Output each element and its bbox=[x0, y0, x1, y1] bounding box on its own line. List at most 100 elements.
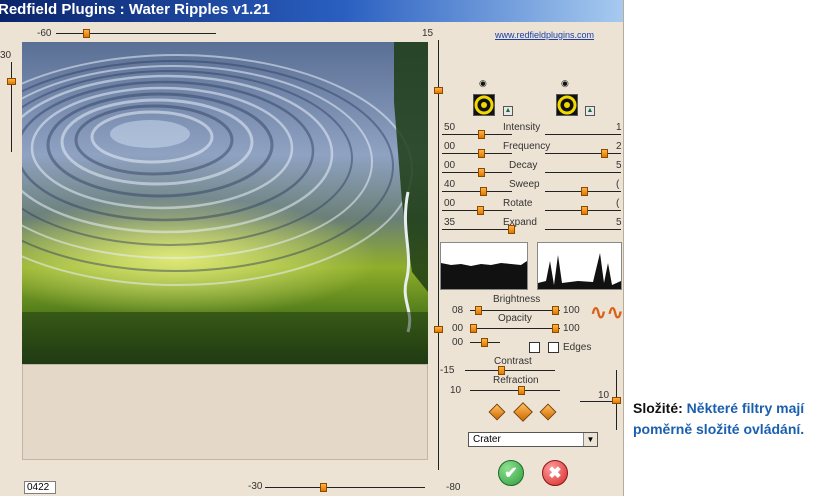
preview-image[interactable] bbox=[22, 42, 428, 364]
caption-bold: Složité: bbox=[633, 400, 683, 416]
profile-graph-right bbox=[537, 242, 622, 290]
param-label: Sweep bbox=[509, 179, 540, 190]
position-field[interactable]: 0422 bbox=[24, 481, 56, 494]
bottom-slider-label: -30 bbox=[248, 481, 263, 492]
ok-button[interactable]: ✔ bbox=[498, 460, 524, 486]
chevron-down-icon[interactable]: ▼ bbox=[583, 433, 597, 446]
param-track-right[interactable] bbox=[545, 172, 621, 173]
param-track-left[interactable] bbox=[442, 153, 512, 154]
param-thumb-left[interactable] bbox=[477, 206, 484, 215]
param-label: Frequency bbox=[503, 141, 551, 152]
left-slider-thumb[interactable] bbox=[7, 78, 16, 85]
preview-empty-area bbox=[22, 364, 428, 460]
website-link[interactable]: www.redfieldplugins.com bbox=[495, 30, 594, 40]
side-value: 10 bbox=[598, 390, 610, 401]
opacity-track[interactable] bbox=[470, 328, 560, 329]
edges-checkbox[interactable] bbox=[548, 342, 559, 353]
ripple-source-1-toggle-icon[interactable]: ▲ bbox=[503, 106, 513, 116]
brightness-thumb-right[interactable] bbox=[552, 306, 559, 315]
top-slider-thumb[interactable] bbox=[83, 29, 90, 38]
param-value: 00 bbox=[444, 198, 456, 209]
top-slider-track[interactable] bbox=[56, 33, 216, 34]
caption: Složité: Některé filtry mají poměrně slo… bbox=[633, 398, 821, 440]
ripple-source-2-icon[interactable] bbox=[556, 94, 578, 116]
opacity-thumb-left[interactable] bbox=[470, 324, 477, 333]
param-track-left[interactable] bbox=[442, 134, 512, 135]
third-row-value: 00 bbox=[452, 337, 464, 348]
nav-right-icon[interactable] bbox=[539, 403, 557, 421]
contrast-track[interactable] bbox=[465, 370, 555, 371]
third-row-thumb[interactable] bbox=[481, 338, 488, 347]
top-slider-min-label: -60 bbox=[37, 28, 52, 39]
nav-left-icon[interactable] bbox=[488, 403, 506, 421]
opacity-max-value: 100 bbox=[563, 323, 580, 334]
window-title: Redfield Plugins : Water Ripples v1.21 bbox=[0, 1, 271, 18]
right-vslider-bottom-label: -80 bbox=[446, 482, 461, 493]
ripple-source-1-icon[interactable] bbox=[473, 94, 495, 116]
left-slider-track[interactable] bbox=[11, 62, 12, 152]
nav-center-icon[interactable] bbox=[513, 402, 533, 422]
eye-icon[interactable]: ◉ bbox=[561, 78, 569, 89]
contrast-value: -15 bbox=[440, 365, 455, 376]
right-vslider-thumb-bottom[interactable] bbox=[434, 326, 443, 333]
wave-logo-icon: ∿∿ bbox=[590, 302, 624, 324]
brightness-label: Brightness bbox=[493, 294, 541, 305]
profile-graph-left bbox=[440, 242, 528, 290]
refraction-track[interactable] bbox=[470, 390, 560, 391]
side-vslider-thumb[interactable] bbox=[612, 397, 621, 404]
param-value: 40 bbox=[444, 179, 456, 190]
preset-select[interactable]: Crater ▼ bbox=[468, 432, 598, 447]
param-thumb-left[interactable] bbox=[480, 187, 487, 196]
bottom-slider-track[interactable] bbox=[265, 487, 425, 488]
param-right-value: 1 bbox=[616, 122, 622, 133]
refraction-thumb[interactable] bbox=[518, 386, 525, 395]
param-value: 00 bbox=[444, 141, 456, 152]
brightness-max-value: 100 bbox=[563, 305, 580, 316]
param-label: Decay bbox=[509, 160, 538, 171]
param-thumb-right[interactable] bbox=[581, 206, 588, 215]
opacity-label: Opacity bbox=[498, 313, 532, 324]
param-thumb-left[interactable] bbox=[478, 168, 485, 177]
refraction-label: Refraction bbox=[493, 375, 539, 386]
eye-icon[interactable]: ◉ bbox=[479, 78, 487, 89]
bottom-slider-thumb[interactable] bbox=[320, 483, 327, 492]
option-checkbox[interactable] bbox=[529, 342, 540, 353]
param-track-left[interactable] bbox=[442, 172, 512, 173]
brightness-min-value: 08 bbox=[452, 305, 464, 316]
ripple-source-2-toggle-icon[interactable]: ▲ bbox=[585, 106, 595, 116]
plugin-window: Redfield Plugins : Water Ripples v1.21 -… bbox=[0, 0, 624, 496]
water-ripple-preview bbox=[22, 42, 428, 364]
edges-label: Edges bbox=[563, 342, 592, 353]
param-value: 50 bbox=[444, 122, 456, 133]
param-track-right[interactable] bbox=[545, 134, 621, 135]
param-thumb-left[interactable] bbox=[478, 149, 485, 158]
param-track-right[interactable] bbox=[545, 153, 621, 154]
opacity-thumb-right[interactable] bbox=[552, 324, 559, 333]
param-thumb-left[interactable] bbox=[508, 225, 515, 234]
param-right-value: 5 bbox=[616, 160, 622, 171]
cancel-button[interactable]: ✖ bbox=[542, 460, 568, 486]
param-value: 00 bbox=[444, 160, 456, 171]
preset-selected-value: Crater bbox=[473, 434, 501, 445]
param-thumb-left[interactable] bbox=[478, 130, 485, 139]
param-right-value: 2 bbox=[616, 141, 622, 152]
title-bar: Redfield Plugins : Water Ripples v1.21 bbox=[0, 0, 623, 22]
param-label: Rotate bbox=[503, 198, 533, 209]
param-track-right[interactable] bbox=[545, 229, 621, 230]
checkmark-icon: ✔ bbox=[504, 465, 518, 482]
side-slider-track[interactable] bbox=[580, 401, 616, 402]
param-thumb-right[interactable] bbox=[581, 187, 588, 196]
param-value: 35 bbox=[444, 217, 456, 228]
opacity-min-value: 00 bbox=[452, 323, 464, 334]
refraction-value: 10 bbox=[450, 385, 462, 396]
contrast-thumb[interactable] bbox=[498, 366, 505, 375]
brightness-thumb-left[interactable] bbox=[475, 306, 482, 315]
param-track-left[interactable] bbox=[442, 229, 512, 230]
brightness-track[interactable] bbox=[470, 310, 560, 311]
right-vslider-track[interactable] bbox=[438, 40, 439, 470]
param-thumb-right[interactable] bbox=[601, 149, 608, 158]
param-track-left[interactable] bbox=[442, 191, 512, 192]
top-slider-max-label: 15 bbox=[422, 28, 434, 39]
right-vslider-thumb-top[interactable] bbox=[434, 87, 443, 94]
param-right-value: 5 bbox=[616, 217, 622, 228]
